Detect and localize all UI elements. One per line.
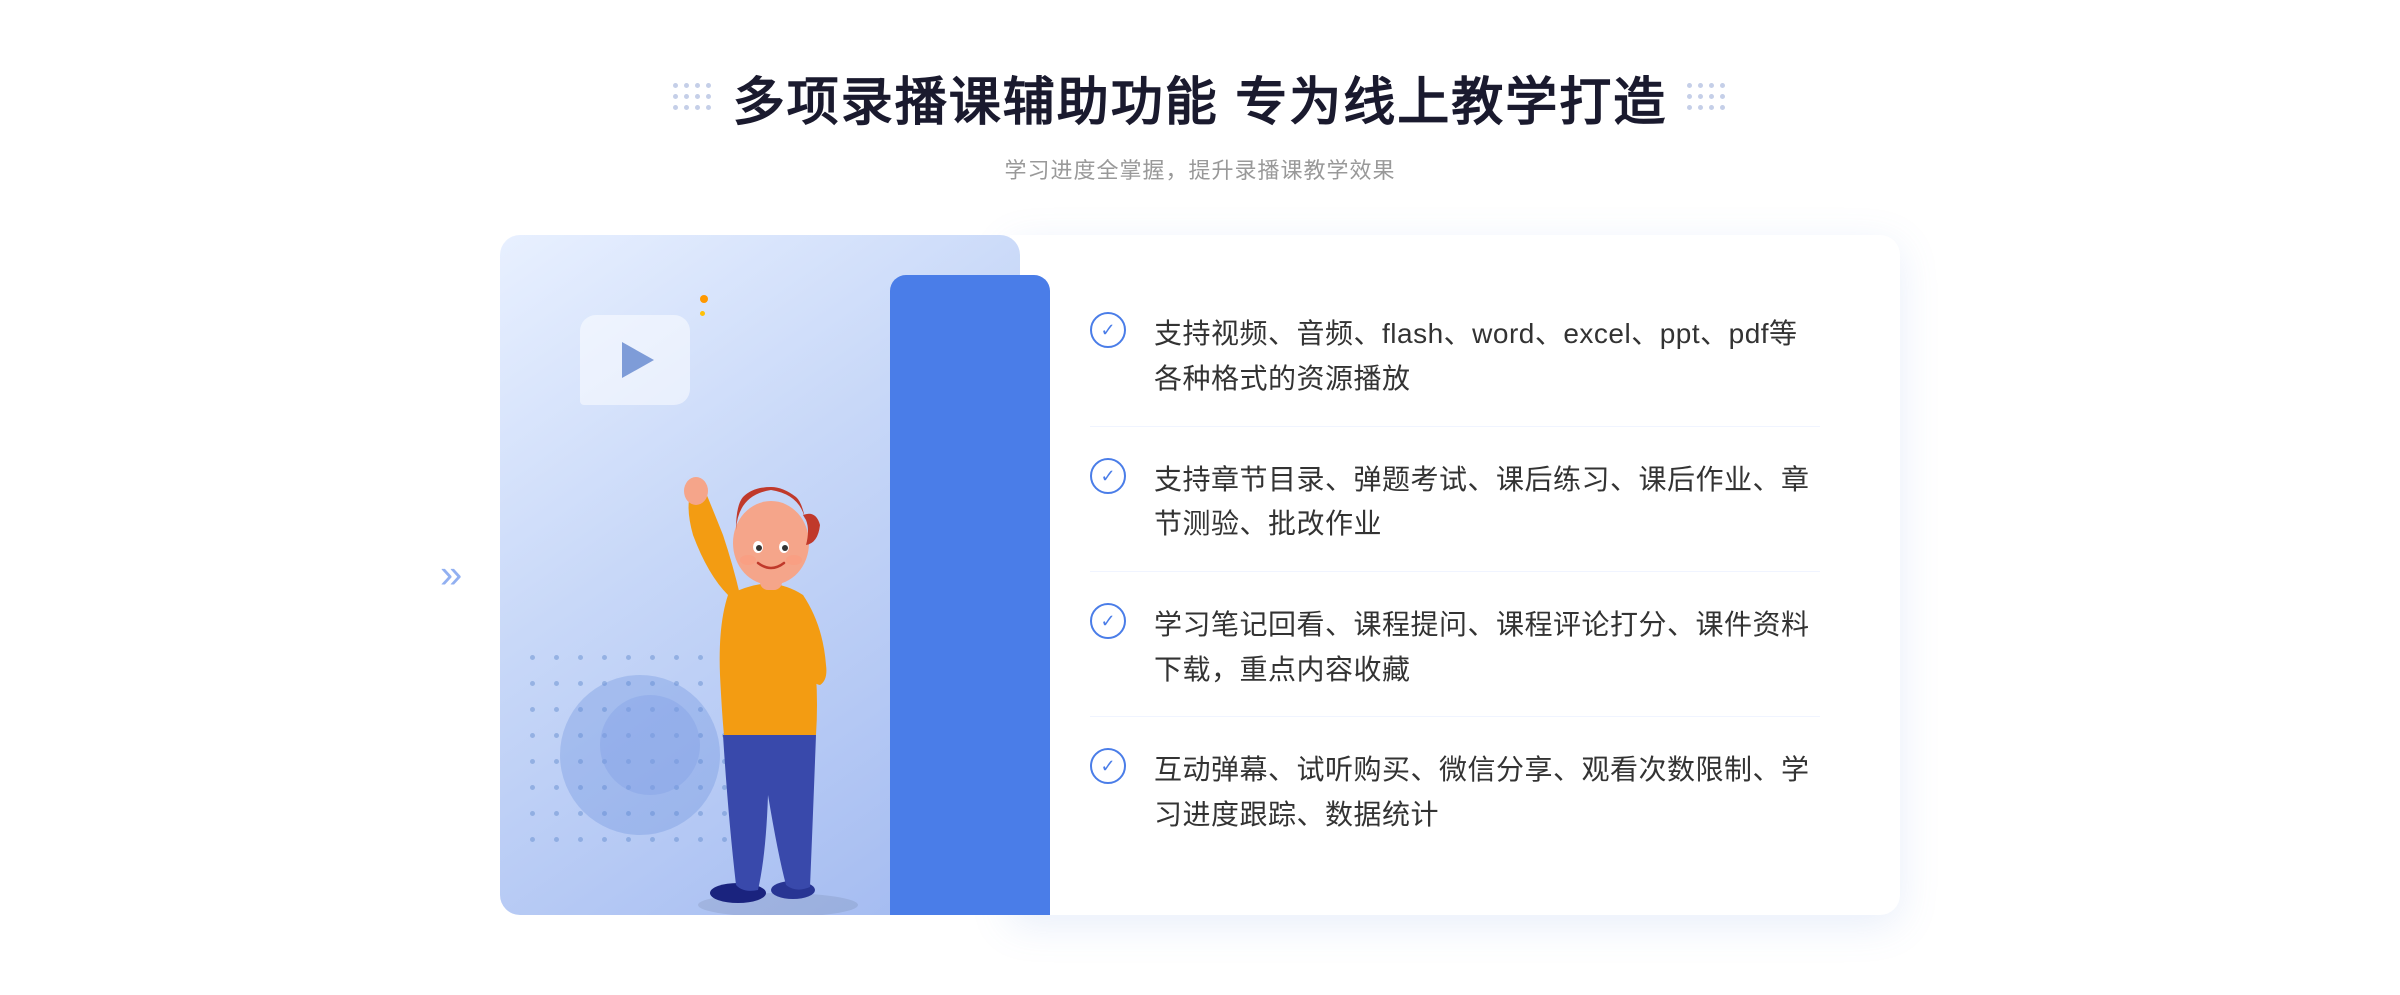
sparkle-dot-1 — [700, 295, 708, 303]
check-icon-1: ✓ — [1090, 312, 1126, 348]
play-icon — [622, 342, 654, 378]
feature-text-2: 支持章节目录、弹题考试、课后练习、课后作业、章节测验、批改作业 — [1154, 458, 1820, 548]
decorative-dots-left — [673, 83, 713, 112]
play-bubble — [580, 315, 690, 405]
left-chevron-icon: » — [440, 553, 462, 598]
features-card: ✓ 支持视频、音频、flash、word、excel、ppt、pdf等各种格式的… — [1010, 235, 1900, 915]
feature-item-3: ✓ 学习笔记回看、课程提问、课程评论打分、课件资料下载，重点内容收藏 — [1090, 579, 1820, 718]
main-title: 多项录播课辅助功能 专为线上教学打造 — [733, 60, 1667, 135]
illustration-card — [500, 235, 1020, 915]
page-wrapper: 多项录播课辅助功能 专为线上教学打造 学习进度全掌握，提升录播课教学效果 » — [0, 0, 2400, 995]
title-row: 多项录播课辅助功能 专为线上教学打造 — [673, 60, 1727, 135]
check-icon-3: ✓ — [1090, 603, 1126, 639]
sparkle-decoration — [700, 295, 708, 316]
header-section: 多项录播课辅助功能 专为线上教学打造 学习进度全掌握，提升录播课教学效果 — [673, 60, 1727, 185]
check-icon-2: ✓ — [1090, 458, 1126, 494]
feature-item-4: ✓ 互动弹幕、试听购买、微信分享、观看次数限制、学习进度跟踪、数据统计 — [1090, 724, 1820, 862]
content-area: » — [500, 235, 1900, 915]
check-icon-4: ✓ — [1090, 748, 1126, 784]
feature-item-2: ✓ 支持章节目录、弹题考试、课后练习、课后作业、章节测验、批改作业 — [1090, 434, 1820, 573]
person-illustration — [648, 395, 928, 915]
feature-item-1: ✓ 支持视频、音频、flash、word、excel、ppt、pdf等各种格式的… — [1090, 288, 1820, 427]
feature-text-4: 互动弹幕、试听购买、微信分享、观看次数限制、学习进度跟踪、数据统计 — [1154, 748, 1820, 838]
sub-title: 学习进度全掌握，提升录播课教学效果 — [1004, 153, 1395, 185]
sparkle-dot-2 — [700, 311, 705, 316]
feature-text-3: 学习笔记回看、课程提问、课程评论打分、课件资料下载，重点内容收藏 — [1154, 603, 1820, 693]
feature-text-1: 支持视频、音频、flash、word、excel、ppt、pdf等各种格式的资源… — [1154, 312, 1820, 402]
decorative-dots-right — [1687, 83, 1727, 112]
